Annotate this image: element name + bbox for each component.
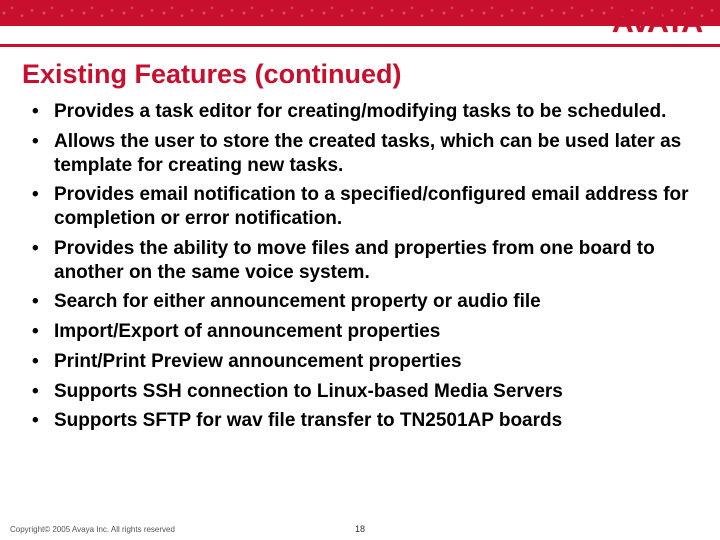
list-item: Search for either announcement property … xyxy=(50,290,698,314)
bullet-list: Provides a task editor for creating/modi… xyxy=(22,100,698,433)
copyright-text: Copyright© 2005 Avaya Inc. All rights re… xyxy=(10,525,175,534)
brand-logo-text: AVAYA xyxy=(612,6,702,40)
slide-title: Existing Features (continued) xyxy=(22,59,698,90)
list-item: Print/Print Preview announcement propert… xyxy=(50,350,698,374)
page-number: 18 xyxy=(355,524,365,534)
list-item: Provides the ability to move files and p… xyxy=(50,237,698,285)
brand-logo: AVAYA xyxy=(612,6,702,40)
list-item: Provides a task editor for creating/modi… xyxy=(50,100,698,124)
list-item: Supports SFTP for wav file transfer to T… xyxy=(50,409,698,433)
slide-content: Existing Features (continued) Provides a… xyxy=(0,47,720,433)
list-item: Supports SSH connection to Linux-based M… xyxy=(50,380,698,404)
list-item: Allows the user to store the created tas… xyxy=(50,130,698,178)
list-item: Import/Export of announcement properties xyxy=(50,320,698,344)
list-item: Provides email notification to a specifi… xyxy=(50,183,698,231)
